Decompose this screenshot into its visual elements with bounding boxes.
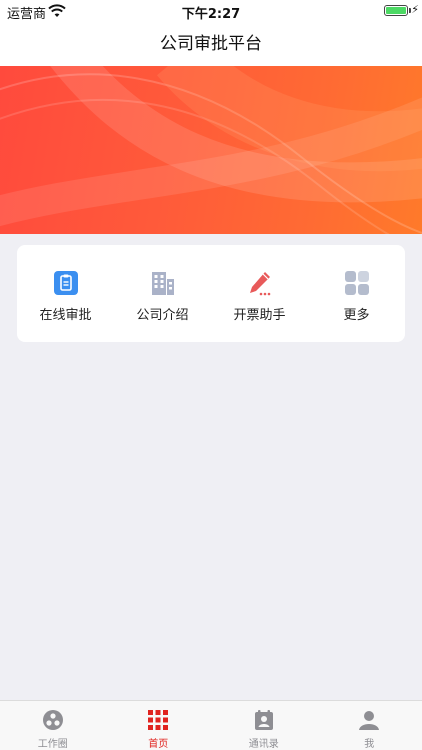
tab-home[interactable]: 首页 — [106, 701, 212, 750]
tab-me[interactable]: 我 — [317, 701, 422, 750]
tab-label: 通讯录 — [248, 739, 279, 750]
menu-item-more[interactable]: 更多 — [308, 245, 405, 342]
building-icon — [151, 272, 174, 295]
contacts-icon — [254, 710, 273, 730]
banner-decoration — [0, 66, 422, 234]
tab-bar: 工作圈 首页 通讯录 我 — [0, 700, 422, 750]
menu-item-label: 公司介绍 — [136, 308, 189, 323]
person-icon — [359, 711, 380, 730]
navigation-bar: 公司审批平台 — [0, 22, 422, 66]
tab-work-circle[interactable]: 工作圈 — [0, 701, 106, 750]
menu-item-label: 更多 — [343, 308, 370, 323]
menu-item-label: 开票助手 — [233, 308, 286, 323]
page-title: 公司审批平台 — [160, 34, 262, 54]
clock: 下午2:27 — [181, 7, 241, 22]
quick-menu: 在线审批 公司介绍 开票助手 更多 — [17, 245, 405, 342]
charging-icon: ⚡ — [411, 3, 419, 16]
menu-item-online-approval[interactable]: 在线审批 — [17, 245, 114, 342]
banner-image[interactable] — [0, 66, 422, 234]
clipboard-icon — [53, 271, 78, 295]
tab-label: 工作圈 — [37, 739, 68, 750]
grid-icon — [344, 271, 369, 295]
circle-group-icon — [42, 710, 63, 730]
menu-item-company-intro[interactable]: 公司介绍 — [114, 245, 211, 342]
battery-icon — [384, 5, 408, 16]
pencil-icon — [249, 272, 270, 296]
tab-label: 首页 — [148, 739, 169, 750]
app-screen: 运营商 下午2:27 ⚡ 公司审批平台 在线审批 公司介绍 开票助手 更多 工作… — [0, 0, 422, 750]
menu-item-label: 在线审批 — [39, 308, 92, 323]
menu-item-invoice-assistant[interactable]: 开票助手 — [211, 245, 308, 342]
tab-label: 我 — [364, 739, 375, 750]
home-grid-icon — [148, 710, 169, 730]
status-bar: 运营商 下午2:27 ⚡ — [0, 0, 422, 22]
tab-contacts[interactable]: 通讯录 — [211, 701, 317, 750]
